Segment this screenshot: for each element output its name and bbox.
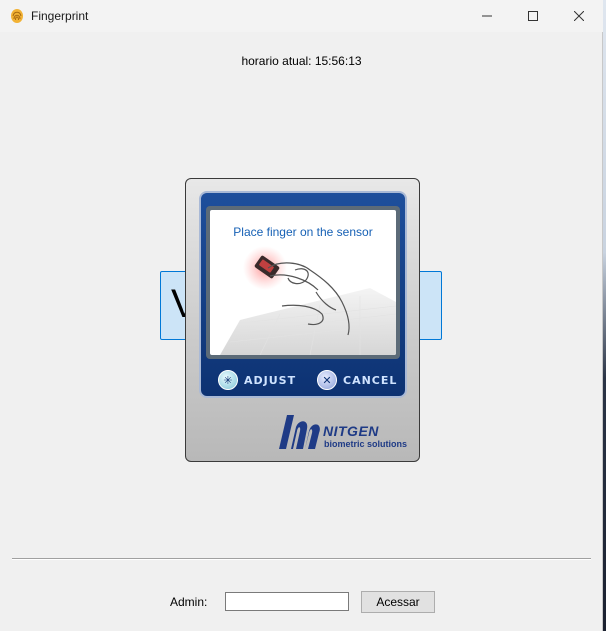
fingerprint-icon <box>11 9 23 23</box>
sensor-screen: Place finger on the sensor <box>206 206 400 359</box>
cancel-button[interactable]: ✕ CANCEL <box>317 368 397 392</box>
admin-label: Admin: <box>170 595 208 609</box>
admin-password-input[interactable] <box>225 592 349 611</box>
brand-name: NITGEN <box>323 423 379 439</box>
app-window: Fingerprint horario atual: 15:56:13 V l <box>0 0 603 631</box>
nitgen-logo: NITGEN biometric solutions <box>277 411 407 453</box>
fingerprint-capture-dialog: Place finger on the sensor ✳ ADJUST ✕ CA… <box>185 178 420 462</box>
minimize-button[interactable] <box>464 0 510 32</box>
cancel-button-label: CANCEL <box>343 373 398 387</box>
minimize-icon <box>482 15 492 17</box>
footer-divider <box>12 558 591 560</box>
close-icon <box>574 11 584 21</box>
sensor-display: Place finger on the sensor <box>210 210 396 355</box>
adjust-icon: ✳ <box>218 370 238 390</box>
close-button[interactable] <box>556 0 602 32</box>
access-button[interactable]: Acessar <box>361 591 435 613</box>
nitgen-logo-icon <box>279 415 320 449</box>
window-title: Fingerprint <box>31 9 89 23</box>
sensor-instruction: Place finger on the sensor <box>233 225 373 239</box>
maximize-icon <box>528 11 538 21</box>
adjust-button-label: ADJUST <box>244 373 297 387</box>
sensor-frame: Place finger on the sensor ✳ ADJUST ✕ CA… <box>199 191 407 398</box>
title-bar[interactable]: Fingerprint <box>0 0 603 32</box>
maximize-button[interactable] <box>510 0 556 32</box>
current-time-label: horario atual: 15:56:13 <box>241 54 362 68</box>
brand-tagline: biometric solutions <box>324 439 408 449</box>
adjust-button[interactable]: ✳ ADJUST <box>218 368 296 392</box>
cancel-icon: ✕ <box>317 370 337 390</box>
